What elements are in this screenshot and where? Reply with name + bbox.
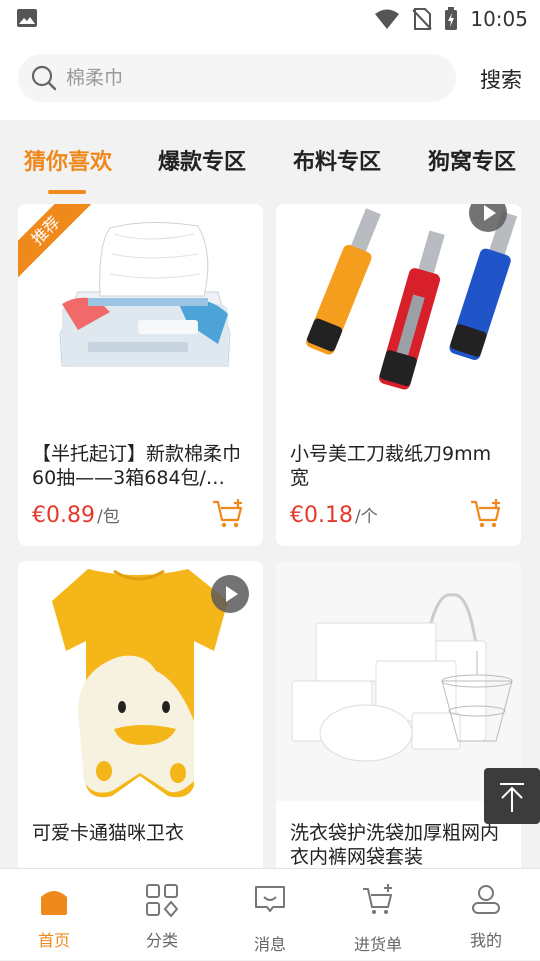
active-tab-indicator	[48, 190, 86, 194]
tab-guess-you-like[interactable]: 猜你喜欢	[24, 144, 112, 176]
product-card[interactable]: 小号美工刀裁纸刀9mm宽 €0.18/个	[276, 204, 521, 546]
tab-hot-items[interactable]: 爆款专区	[158, 144, 246, 176]
product-title: 洗衣袋护洗袋加厚粗网内衣内裤网袋套装	[290, 822, 500, 868]
nav-messages[interactable]: 消息	[216, 869, 324, 961]
add-to-cart-icon[interactable]	[469, 498, 503, 530]
search-input[interactable]	[66, 67, 406, 89]
nav-label: 分类	[145, 931, 178, 950]
price-value: €0.89	[32, 503, 95, 528]
product-price: €0.18/个	[290, 502, 378, 528]
nav-label: 我的	[469, 931, 502, 950]
nav-category[interactable]: 分类	[108, 869, 216, 961]
home-icon	[41, 891, 67, 915]
gallery-notification-icon	[17, 9, 37, 27]
search-icon	[31, 65, 57, 91]
tab-fabric[interactable]: 布料专区	[293, 144, 381, 176]
product-title: 小号美工刀裁纸刀9mm宽	[290, 443, 492, 489]
product-card[interactable]: 推荐 【半托起订】新款棉柔巾60抽——3箱684包/… €0.89/包	[18, 204, 263, 546]
nav-profile[interactable]: 我的	[432, 869, 540, 961]
arrow-up-icon	[500, 783, 524, 812]
category-tabs: 猜你喜欢 爆款专区 布料专区 狗窝专区	[0, 120, 540, 200]
no-sim-icon	[412, 8, 433, 30]
message-icon	[255, 886, 285, 912]
product-image	[18, 561, 263, 801]
nav-home[interactable]: 首页	[0, 869, 108, 961]
price-value: €0.18	[290, 503, 353, 528]
nav-label: 首页	[37, 931, 70, 950]
back-to-top-button[interactable]	[484, 768, 540, 824]
tab-dog-bed[interactable]: 狗窝专区	[428, 144, 516, 176]
battery-charging-icon	[445, 7, 458, 30]
nav-label: 消息	[253, 935, 286, 954]
price-unit: /包	[96, 507, 120, 527]
product-card[interactable]: 可爱卡通猫咪卫衣	[18, 561, 263, 868]
search-box[interactable]	[18, 54, 456, 102]
cart-icon	[363, 884, 392, 914]
product-image	[276, 204, 521, 444]
product-image	[276, 561, 521, 801]
profile-icon	[472, 885, 500, 914]
nav-purchase-list[interactable]: 进货单	[324, 869, 432, 961]
search-header: 搜索	[0, 40, 540, 120]
search-button[interactable]: 搜索	[480, 64, 522, 94]
utility-knives-image	[306, 208, 518, 390]
price-unit: /个	[354, 507, 378, 527]
product-price: €0.89/包	[32, 502, 120, 528]
category-icon	[146, 884, 179, 917]
nav-label: 进货单	[353, 935, 402, 954]
product-title: 【半托起订】新款棉柔巾60抽——3箱684包/…	[32, 443, 242, 489]
bottom-navigation: 首页 分类 消息 进货单 我的	[0, 868, 540, 960]
video-play-icon[interactable]	[211, 575, 249, 613]
product-grid: 推荐 【半托起订】新款棉柔巾60抽——3箱684包/… €0.89/包 小号美工…	[0, 200, 540, 868]
laundry-bags-image	[276, 561, 521, 801]
status-bar: 10:05	[0, 0, 540, 40]
status-time: 10:05	[470, 7, 528, 31]
product-image: 推荐	[18, 204, 263, 444]
wifi-icon	[375, 9, 400, 29]
product-title: 可爱卡通猫咪卫衣	[32, 822, 185, 844]
add-to-cart-icon[interactable]	[211, 498, 245, 530]
